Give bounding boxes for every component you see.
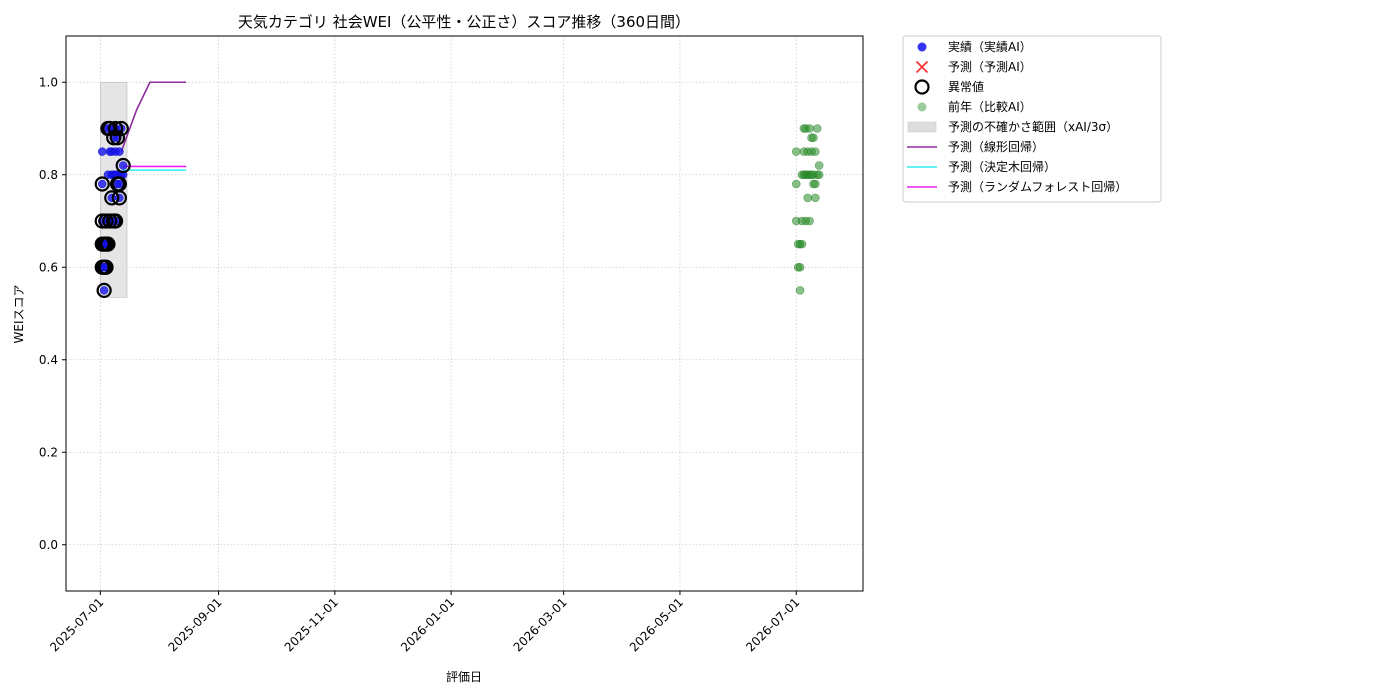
previous-year-point [814, 170, 824, 180]
y-tick-label: 0.0 [39, 538, 58, 552]
actual-point [99, 286, 109, 295]
y-tick-label: 0.4 [39, 353, 58, 367]
x-tick-label: 2026-01-01 [398, 595, 457, 654]
previous-year-point [803, 193, 813, 203]
legend-label: 予測（線形回帰） [948, 139, 1044, 154]
chart-title: 天気カテゴリ 社会WEI（公平性・公正さ）スコア推移（360日間） [238, 13, 690, 31]
x-tick-label: 2026-05-01 [627, 595, 686, 654]
chart: 天気カテゴリ 社会WEI（公平性・公正さ）スコア推移（360日間） 2025-0… [12, 13, 1162, 684]
previous-year-point [805, 216, 814, 226]
y-tick-label: 0.6 [39, 260, 58, 274]
previous-year-point [811, 147, 820, 156]
legend-label: 予測（ランダムフォレスト回帰） [948, 179, 1127, 194]
legend: 実績（実績AI） 予測（予測AI） 異常値前年（比較AI） 予測の不確かさ範囲（xAI… [902, 35, 1162, 203]
legend-label: 実績（実績AI） [948, 39, 1032, 54]
forecast-lines-layer [120, 81, 187, 171]
x-tick-label: 2026-03-01 [511, 595, 570, 654]
legend-label: 予測（決定木回帰） [948, 159, 1056, 174]
legend-label: 予測（予測AI） [948, 60, 1032, 74]
previous-year-point [812, 124, 822, 133]
points-layer [94, 120, 824, 298]
y-axis-label: WEIスコア [12, 285, 26, 344]
x-tick-label: 2025-11-01 [282, 595, 341, 654]
legend-label: 予測の不確かさ範囲（xAI/3σ） [948, 119, 1118, 134]
legend-frame [902, 35, 1162, 203]
legend-label: 前年（比較AI） [948, 99, 1032, 114]
previous-year-point [791, 179, 801, 189]
previous-year-point [811, 193, 820, 203]
y-tick-label: 0.2 [39, 445, 58, 459]
previous-year-point [811, 179, 820, 189]
actual-point [97, 147, 107, 156]
legend-label: 異常値 [948, 79, 984, 94]
previous-year-point [809, 133, 818, 143]
grid [66, 36, 863, 591]
y-tick-label: 0.8 [39, 168, 58, 182]
y-axis: 0.0 0.2 0.4 0.6 0.8 1.0 [39, 75, 66, 552]
legend-marker [917, 42, 927, 52]
previous-year-point [791, 147, 801, 156]
plot-frame [65, 35, 864, 592]
legend-marker [917, 102, 927, 112]
x-axis: 2025-07-01 2025-09-01 2025-11-01 2026-01-01… [47, 591, 802, 654]
y-tick-label: 1.0 [39, 75, 58, 89]
previous-year-point [795, 286, 805, 295]
forecast-line [120, 81, 187, 152]
actual-point [118, 161, 128, 170]
x-tick-label: 2025-07-01 [47, 595, 106, 654]
previous-year-point [805, 124, 814, 133]
x-axis-label: 評価日 [446, 669, 482, 684]
actual-point [97, 179, 107, 189]
previous-year-point [795, 262, 805, 272]
actual-point [115, 147, 124, 156]
x-tick-label: 2025-09-01 [165, 595, 224, 654]
previous-year-point [797, 239, 807, 249]
previous-year-point [814, 161, 824, 170]
x-tick-label: 2026-07-01 [743, 595, 802, 654]
legend-marker [907, 121, 937, 133]
